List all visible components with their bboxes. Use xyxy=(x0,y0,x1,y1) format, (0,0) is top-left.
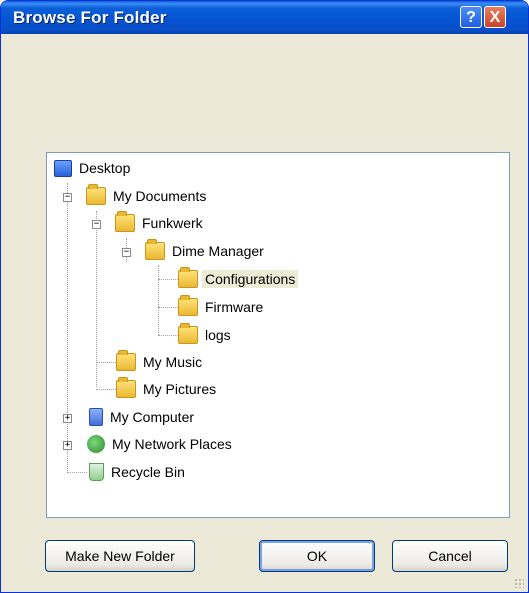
recycle-bin-icon xyxy=(89,463,104,481)
tree-item-label: logs xyxy=(205,327,231,343)
close-button[interactable]: X xyxy=(484,6,506,28)
tree-item-funkwerk[interactable]: Funkwerk xyxy=(115,211,206,235)
folder-icon xyxy=(145,239,165,260)
documents-folder-icon xyxy=(86,184,106,205)
tree-item-configurations[interactable]: Configurations xyxy=(178,267,299,291)
tree-item-label: Configurations xyxy=(202,270,299,288)
tree-line xyxy=(96,211,97,387)
tree-item-logs[interactable]: logs xyxy=(178,323,234,347)
tree-item-dime-manager[interactable]: Dime Manager xyxy=(145,239,267,263)
tree-item-desktop[interactable]: Desktop xyxy=(54,156,133,180)
folder-open-icon xyxy=(178,267,198,288)
folder-icon xyxy=(178,295,198,316)
tree-line xyxy=(158,265,159,335)
tree-item-label: Recycle Bin xyxy=(111,464,185,480)
tree-item-label: My Pictures xyxy=(143,381,217,397)
tree-line xyxy=(96,362,116,363)
tree-item-label: My Computer xyxy=(110,409,195,425)
collapse-my-documents[interactable]: − xyxy=(63,193,72,202)
browse-for-folder-dialog: Browse For Folder ? X Desktop − My Docum… xyxy=(0,0,529,593)
window-title: Browse For Folder xyxy=(13,8,167,27)
tree-line xyxy=(158,279,178,280)
tree-item-my-computer[interactable]: My Computer xyxy=(89,405,197,429)
ok-button[interactable]: OK xyxy=(259,540,375,572)
help-button[interactable]: ? xyxy=(460,6,482,28)
tree-item-firmware[interactable]: Firmware xyxy=(178,295,266,319)
tree-item-my-network-places[interactable]: My Network Places xyxy=(87,432,235,456)
folder-tree[interactable]: Desktop − My Documents − Funkwerk − Dime… xyxy=(46,152,510,518)
title-bar[interactable]: Browse For Folder ? X xyxy=(1,1,528,34)
pictures-folder-icon xyxy=(116,377,136,398)
tree-line xyxy=(96,389,116,390)
computer-icon xyxy=(89,408,103,426)
collapse-dime-manager[interactable]: − xyxy=(122,248,131,257)
expand-my-network-places[interactable]: + xyxy=(63,441,72,450)
resize-grip-icon[interactable] xyxy=(514,578,524,588)
tree-item-recycle-bin[interactable]: Recycle Bin xyxy=(89,460,188,484)
tree-line xyxy=(67,472,87,473)
collapse-funkwerk[interactable]: − xyxy=(92,220,101,229)
folder-icon xyxy=(115,211,135,232)
desktop-icon xyxy=(54,159,72,177)
tree-item-my-pictures[interactable]: My Pictures xyxy=(116,377,219,401)
cancel-button[interactable]: Cancel xyxy=(392,540,508,572)
tree-item-label: Funkwerk xyxy=(142,215,203,231)
music-folder-icon xyxy=(116,350,136,371)
tree-item-my-documents[interactable]: My Documents xyxy=(86,184,209,208)
folder-icon xyxy=(178,323,198,344)
make-new-folder-button[interactable]: Make New Folder xyxy=(45,540,195,572)
tree-line xyxy=(67,183,68,473)
expand-my-computer[interactable]: + xyxy=(63,414,72,423)
tree-item-label: Dime Manager xyxy=(172,243,264,259)
tree-item-label: My Music xyxy=(143,354,203,370)
tree-item-label: My Documents xyxy=(113,188,207,204)
tree-line xyxy=(158,307,178,308)
tree-item-label: Firmware xyxy=(205,299,264,315)
tree-item-label: My Network Places xyxy=(112,436,232,452)
tree-line xyxy=(158,335,178,336)
tree-item-label: Desktop xyxy=(79,160,131,176)
tree-item-my-music[interactable]: My Music xyxy=(116,350,205,374)
network-icon xyxy=(87,435,105,453)
